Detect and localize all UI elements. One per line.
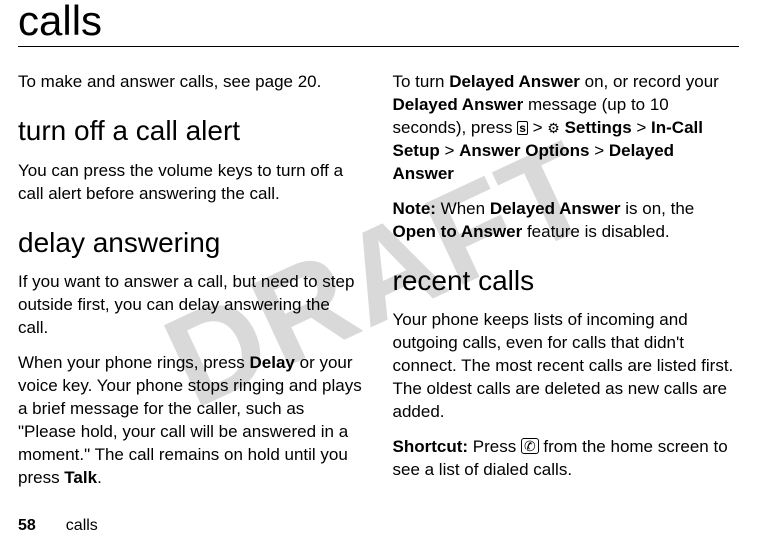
- text: on, or record your: [580, 72, 719, 91]
- page-number: 58: [18, 517, 36, 534]
- right-column: To turn Delayed Answer on, or record you…: [393, 71, 740, 502]
- page-container: calls To make and answer calls, see page…: [0, 0, 757, 547]
- subhead-recent-calls: recent calls: [393, 262, 740, 300]
- text: When: [436, 199, 490, 218]
- recent-calls-paragraph: Your phone keeps lists of incoming and o…: [393, 309, 740, 424]
- text: >: [632, 118, 651, 137]
- text: is on, the: [621, 199, 695, 218]
- menu-key-icon: s: [517, 121, 528, 135]
- settings-label: Settings: [565, 118, 632, 137]
- text: When your phone rings, press: [18, 353, 250, 372]
- text: To turn: [393, 72, 450, 91]
- footer-section: calls: [66, 517, 98, 534]
- send-key-icon: ✆: [521, 438, 539, 454]
- subhead-delay-answering: delay answering: [18, 224, 365, 262]
- shortcut-label: Shortcut:: [393, 437, 469, 456]
- talk-label: Talk: [64, 468, 97, 487]
- text: >: [528, 118, 547, 137]
- delayed-answer-nav: To turn Delayed Answer on, or record you…: [393, 71, 740, 186]
- note-paragraph: Note: When Delayed Answer is on, the Ope…: [393, 198, 740, 244]
- text: >: [589, 141, 608, 160]
- page-title: calls: [18, 0, 739, 47]
- two-column-layout: To make and answer calls, see page 20. t…: [18, 71, 739, 502]
- page-footer: 58 calls: [18, 517, 98, 535]
- left-column: To make and answer calls, see page 20. t…: [18, 71, 365, 502]
- delayed-answer-label: Delayed Answer: [393, 95, 524, 114]
- delay-answering-p2: When your phone rings, press Delay or yo…: [18, 352, 365, 490]
- delayed-answer-label: Delayed Answer: [490, 199, 621, 218]
- delayed-answer-label: Delayed Answer: [449, 72, 580, 91]
- text: or your voice key. Your phone stops ring…: [18, 353, 362, 487]
- turn-off-alert-paragraph: You can press the volume keys to turn of…: [18, 160, 365, 206]
- shortcut-paragraph: Shortcut: Press ✆ from the home screen t…: [393, 436, 740, 482]
- delay-label: Delay: [250, 353, 295, 372]
- text: .: [97, 468, 102, 487]
- intro-paragraph: To make and answer calls, see page 20.: [18, 71, 365, 94]
- text: feature is disabled.: [522, 222, 669, 241]
- subhead-turn-off-alert: turn off a call alert: [18, 112, 365, 150]
- settings-icon: ⚙: [547, 121, 560, 135]
- text: >: [440, 141, 459, 160]
- answer-options-label: Answer Options: [459, 141, 589, 160]
- text: Press: [468, 437, 521, 456]
- delay-answering-p1: If you want to answer a call, but need t…: [18, 271, 365, 340]
- open-to-answer-label: Open to Answer: [393, 222, 523, 241]
- note-label: Note:: [393, 199, 436, 218]
